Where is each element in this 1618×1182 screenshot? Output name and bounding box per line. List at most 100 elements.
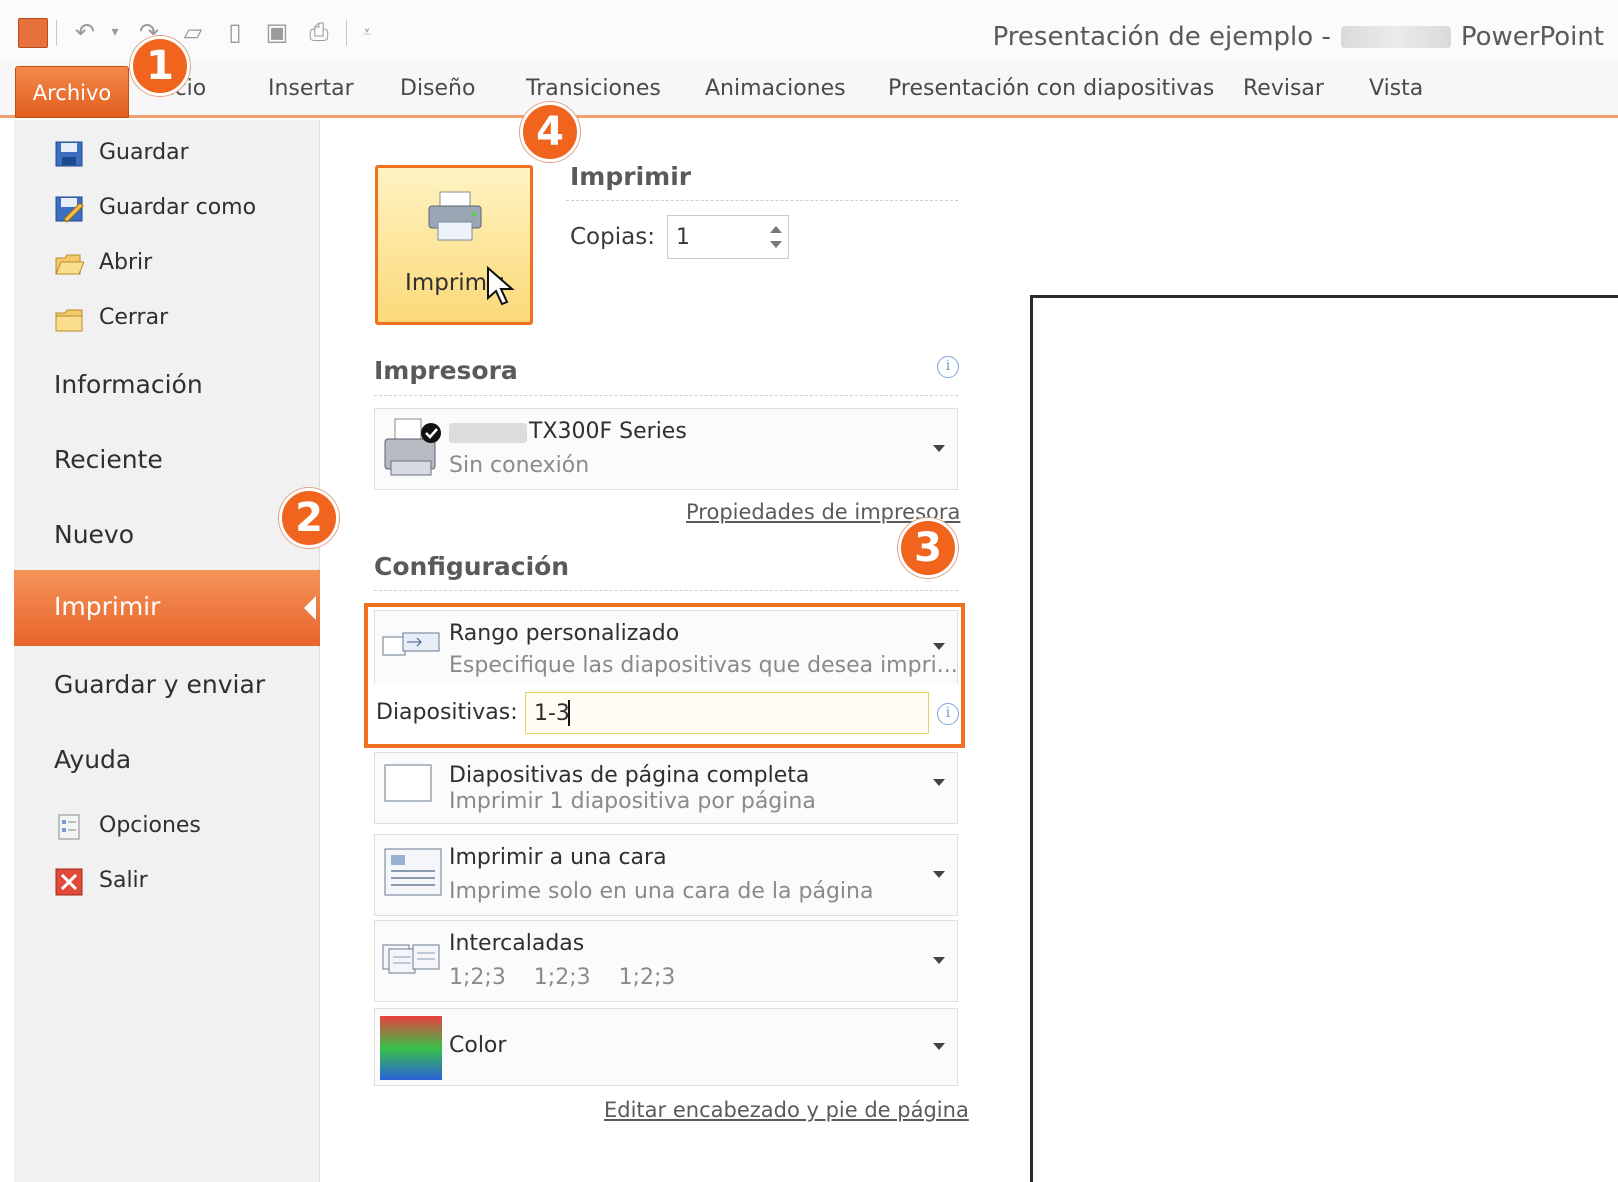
printer-name: TX300F Series [529, 419, 687, 444]
chevron-down-icon [933, 779, 945, 786]
nav-guardar-como-label: Guardar como [99, 195, 257, 220]
chevron-down-icon [933, 957, 945, 964]
tab-revisar[interactable]: Revisar [1243, 76, 1324, 101]
exit-icon [55, 868, 83, 896]
nav-guardar-label: Guardar [99, 140, 189, 165]
increment-arrow-icon[interactable] [770, 226, 782, 233]
edit-header-footer-link[interactable]: Editar encabezado y pie de página [604, 1098, 969, 1122]
nav-guardar[interactable]: Guardar [14, 140, 320, 170]
copies-label: Copias: [570, 224, 655, 250]
collate-dropdown[interactable]: Intercaladas 1;2;3 1;2;3 1;2;3 [374, 920, 958, 1002]
nav-cerrar[interactable]: Cerrar [14, 305, 320, 335]
nav-informacion[interactable]: Información [14, 370, 320, 404]
nav-ayuda[interactable]: Ayuda [14, 745, 320, 779]
save-as-icon [55, 196, 84, 223]
save-icon [55, 141, 83, 167]
window-title: Presentación de ejemplo - PowerPoint [993, 22, 1604, 52]
nav-ayuda-label: Ayuda [54, 745, 132, 774]
redacted-text [449, 423, 527, 443]
printer-dropdown[interactable]: TX300F Series Sin conexión [374, 408, 958, 490]
nav-nuevo[interactable]: Nuevo [14, 520, 320, 554]
save-icon[interactable]: ▣ [262, 18, 292, 46]
sides-dropdown[interactable]: Imprimir a una cara Imprime solo en una … [374, 834, 958, 916]
nav-opciones[interactable]: Opciones [14, 813, 320, 843]
app-name: PowerPoint [1460, 22, 1604, 52]
nav-opciones-label: Opciones [99, 813, 201, 838]
chevron-down-icon [933, 445, 945, 452]
print-icon[interactable]: ⎙ [304, 18, 334, 46]
tab-transiciones[interactable]: Transiciones [526, 76, 661, 101]
nav-cerrar-label: Cerrar [99, 305, 169, 330]
nav-abrir-label: Abrir [99, 250, 153, 275]
nav-reciente-label: Reciente [54, 445, 163, 474]
separator [56, 20, 57, 46]
options-icon [58, 814, 80, 840]
ribbon-tabs: Archivo Inicio Insertar Diseño Transicio… [0, 62, 1618, 118]
collate-description: 1;2;3 1;2;3 1;2;3 [449, 965, 676, 990]
copies-stepper[interactable] [667, 215, 789, 259]
decrement-arrow-icon[interactable] [770, 241, 782, 248]
nav-informacion-label: Información [54, 370, 203, 399]
printer-section-title: Impresora [374, 356, 518, 385]
collate-title: Intercaladas [449, 931, 585, 956]
color-dropdown[interactable]: Color [374, 1008, 958, 1086]
nav-guardar-enviar[interactable]: Guardar y enviar [14, 670, 320, 704]
layout-dropdown[interactable]: Diapositivas de página completa Imprimir… [374, 752, 958, 824]
nav-imprimir[interactable]: Imprimir [14, 570, 320, 646]
chevron-down-icon [933, 871, 945, 878]
close-folder-icon [55, 309, 83, 332]
mouse-cursor-icon [487, 266, 515, 306]
backstage-nav: Guardar Guardar como Abrir Cerrar Inform… [14, 120, 320, 1182]
nav-imprimir-label: Imprimir [54, 592, 161, 621]
chevron-down-icon [933, 1043, 945, 1050]
tab-diseno[interactable]: Diseño [400, 76, 475, 101]
step-callout-3: 3 [898, 518, 958, 578]
title-bar: ↶ ▾ ↷ ▱ ▯ ▣ ⎙ ⩡ Presentación de ejemplo … [0, 0, 1618, 62]
printer-icon [384, 418, 441, 476]
color-swatch-icon [380, 1016, 442, 1080]
open-folder-icon [55, 254, 84, 275]
tab-animaciones[interactable]: Animaciones [705, 76, 846, 101]
step-callout-2: 2 [279, 488, 339, 548]
undo-icon[interactable]: ↶ [70, 18, 100, 46]
layout-title: Diapositivas de página completa [449, 763, 810, 788]
powerpoint-app-icon[interactable] [18, 18, 48, 48]
nav-salir[interactable]: Salir [14, 868, 320, 898]
color-title: Color [449, 1033, 507, 1058]
nav-reciente[interactable]: Reciente [14, 445, 320, 479]
divider [566, 200, 958, 201]
sides-description: Imprime solo en una cara de la página [449, 879, 874, 904]
nav-nuevo-label: Nuevo [54, 520, 135, 549]
printer-status: Sin conexión [449, 453, 590, 478]
active-caret-icon [304, 596, 316, 620]
redacted-text [1340, 26, 1451, 48]
copies-input[interactable] [668, 216, 760, 258]
info-icon[interactable]: i [937, 356, 959, 378]
tab-vista[interactable]: Vista [1369, 76, 1423, 101]
open-folder-icon[interactable]: ▱ [178, 18, 208, 46]
layout-description: Imprimir 1 diapositiva por página [449, 789, 816, 814]
step-callout-1: 1 [130, 36, 190, 96]
step-callout-4: 4 [520, 102, 580, 162]
nav-salir-label: Salir [99, 868, 148, 893]
window-title-text: Presentación de ejemplo - [992, 22, 1331, 52]
printer-icon [428, 191, 482, 241]
tab-insertar[interactable]: Insertar [268, 76, 354, 101]
undo-dropdown-icon[interactable]: ▾ [100, 18, 130, 46]
settings-section-title: Configuración [374, 552, 570, 581]
one-sided-icon [384, 848, 442, 896]
new-document-icon[interactable]: ▯ [220, 18, 250, 46]
sides-title: Imprimir a una cara [449, 845, 667, 870]
divider [374, 395, 958, 396]
customize-qat-icon[interactable]: ⩡ [352, 18, 382, 46]
tab-archivo[interactable]: Archivo [15, 66, 129, 118]
nav-guardar-como[interactable]: Guardar como [14, 195, 320, 225]
divider [374, 590, 958, 591]
nav-guardar-enviar-label: Guardar y enviar [54, 670, 266, 699]
tab-presentacion[interactable]: Presentación con diapositivas [888, 76, 1214, 101]
print-section-title: Imprimir [570, 162, 692, 191]
full-page-slide-icon [384, 764, 432, 802]
separator [346, 20, 347, 46]
highlight-box [364, 603, 965, 748]
nav-abrir[interactable]: Abrir [14, 250, 320, 280]
